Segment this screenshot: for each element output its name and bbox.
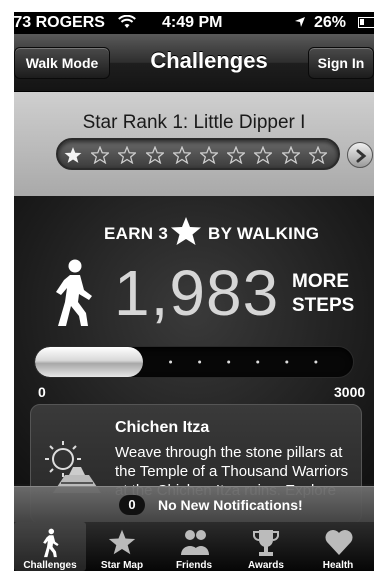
rank-star-icon bbox=[145, 146, 164, 164]
rank-star-icon bbox=[308, 146, 327, 164]
walk-mode-button[interactable]: Walk Mode bbox=[14, 47, 110, 79]
rank-star-icon bbox=[64, 147, 82, 163]
tab-star-map[interactable]: Star Map bbox=[86, 522, 158, 571]
tab-label: Challenges bbox=[23, 560, 77, 571]
app-screen: -73 ROGERS 4:49 PM 26% Walk Mode Challen… bbox=[14, 12, 374, 571]
destination-title: Chichen Itza bbox=[115, 419, 210, 436]
sign-in-button[interactable]: Sign In bbox=[308, 47, 374, 79]
star-rank-progress bbox=[56, 138, 340, 170]
steps-remaining-value: 1,983 bbox=[114, 257, 280, 329]
tab-label: Health bbox=[322, 560, 354, 571]
notification-bar[interactable]: 0 No New Notifications! bbox=[14, 486, 374, 522]
rank-star-icon bbox=[200, 146, 218, 164]
battery-icon bbox=[358, 17, 374, 28]
star-icon bbox=[108, 529, 136, 555]
notification-text: No New Notifications! bbox=[158, 497, 303, 513]
more-label: MORE bbox=[292, 271, 349, 292]
trophy-icon bbox=[253, 530, 279, 556]
rank-star-icon bbox=[118, 146, 137, 164]
tab-label: Friends bbox=[175, 560, 213, 571]
status-bar: -73 ROGERS 4:49 PM 26% bbox=[14, 12, 374, 34]
heart-icon bbox=[325, 530, 353, 555]
next-rank-button[interactable] bbox=[347, 142, 373, 168]
steps-label: STEPS bbox=[292, 295, 355, 316]
chevron-right-icon bbox=[356, 149, 367, 163]
tab-friends[interactable]: Friends bbox=[158, 522, 230, 571]
carrier-label: -73 ROGERS bbox=[14, 14, 105, 31]
clock-time: 4:49 PM bbox=[162, 14, 223, 31]
rank-star-icon bbox=[227, 146, 246, 164]
friends-icon bbox=[181, 530, 209, 555]
tab-label: Awards bbox=[248, 560, 284, 571]
tab-bar: Challenges Star Map Friends Awards Healt… bbox=[14, 522, 374, 571]
rank-star-icon bbox=[281, 146, 300, 164]
star-rank-panel: Star Rank 1: Little Dipper I bbox=[14, 92, 374, 196]
page-title: Challenges bbox=[150, 48, 268, 73]
walker-icon bbox=[56, 259, 92, 326]
star-rank-title: Star Rank 1: Little Dipper I bbox=[82, 112, 306, 133]
notification-count-badge: 0 bbox=[119, 495, 145, 515]
earn-headline: EARN 3 BY WALKING bbox=[14, 217, 374, 248]
tab-awards[interactable]: Awards bbox=[230, 522, 302, 571]
more-steps-label: MORE STEPS bbox=[292, 270, 354, 318]
wifi-icon bbox=[118, 15, 136, 28]
progress-min-label: 0 bbox=[38, 384, 46, 400]
rank-star-icon bbox=[254, 146, 273, 164]
nav-bar: Walk Mode Challenges Sign In bbox=[14, 34, 374, 92]
walker-icon bbox=[43, 528, 59, 558]
location-arrow-icon bbox=[295, 17, 305, 27]
tab-health[interactable]: Health bbox=[302, 522, 374, 571]
battery-percent: 26% bbox=[314, 14, 347, 31]
steps-progress-bar bbox=[34, 346, 354, 378]
earn-prefix: EARN 3 bbox=[104, 224, 169, 243]
rank-star-icon bbox=[172, 146, 191, 164]
progress-track-dots bbox=[169, 360, 318, 364]
tab-label: Star Map bbox=[100, 560, 144, 571]
rank-star-icon bbox=[91, 146, 110, 164]
star-icon bbox=[171, 217, 201, 245]
earn-suffix: BY WALKING bbox=[208, 224, 320, 243]
tab-challenges[interactable]: Challenges bbox=[14, 522, 86, 571]
progress-max-label: 3000 bbox=[334, 384, 366, 400]
